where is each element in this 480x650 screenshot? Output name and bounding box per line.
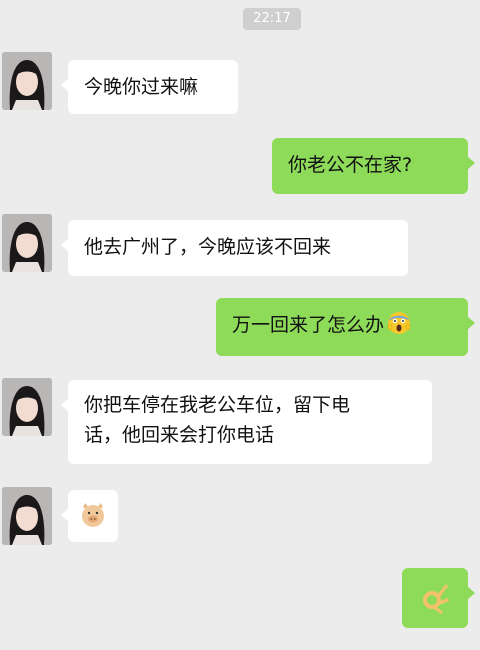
message-bubble[interactable] [61, 490, 118, 542]
pig-face-icon [82, 503, 104, 527]
message-bubble[interactable]: 万一回来了怎么办 [216, 298, 475, 356]
scream-face-icon [387, 311, 411, 335]
avatar-photo [2, 52, 52, 110]
message-bubble[interactable]: 你把车停在我老公车位，留下电 话，他回来会打你电话 [61, 380, 432, 464]
message-text: 你老公不在家? [288, 154, 413, 176]
timestamp: 22:17 [243, 8, 301, 30]
message-bubble[interactable] [402, 568, 475, 628]
avatar-photo [2, 487, 52, 545]
avatar[interactable] [2, 378, 52, 436]
message-bubble[interactable]: 你老公不在家? [272, 138, 475, 194]
avatar-photo [2, 214, 52, 272]
avatar[interactable] [2, 487, 52, 545]
avatar-photo [2, 378, 52, 436]
message-text: 今晚你过来嘛 [84, 76, 199, 98]
message-bubble[interactable]: 今晚你过来嘛 [61, 60, 238, 114]
ok-hand-icon [423, 584, 449, 614]
message-bubble[interactable]: 他去广州了，今晚应该不回来 [61, 220, 408, 276]
message-text-line: 话，他回来会打你电话 [84, 424, 275, 446]
message-text: 万一回来了怎么办 [232, 314, 385, 336]
avatar[interactable] [2, 214, 52, 272]
avatar[interactable] [2, 52, 52, 110]
message-text: 他去广州了，今晚应该不回来 [84, 236, 332, 258]
message-text-line: 你把车停在我老公车位，留下电 [84, 394, 351, 416]
